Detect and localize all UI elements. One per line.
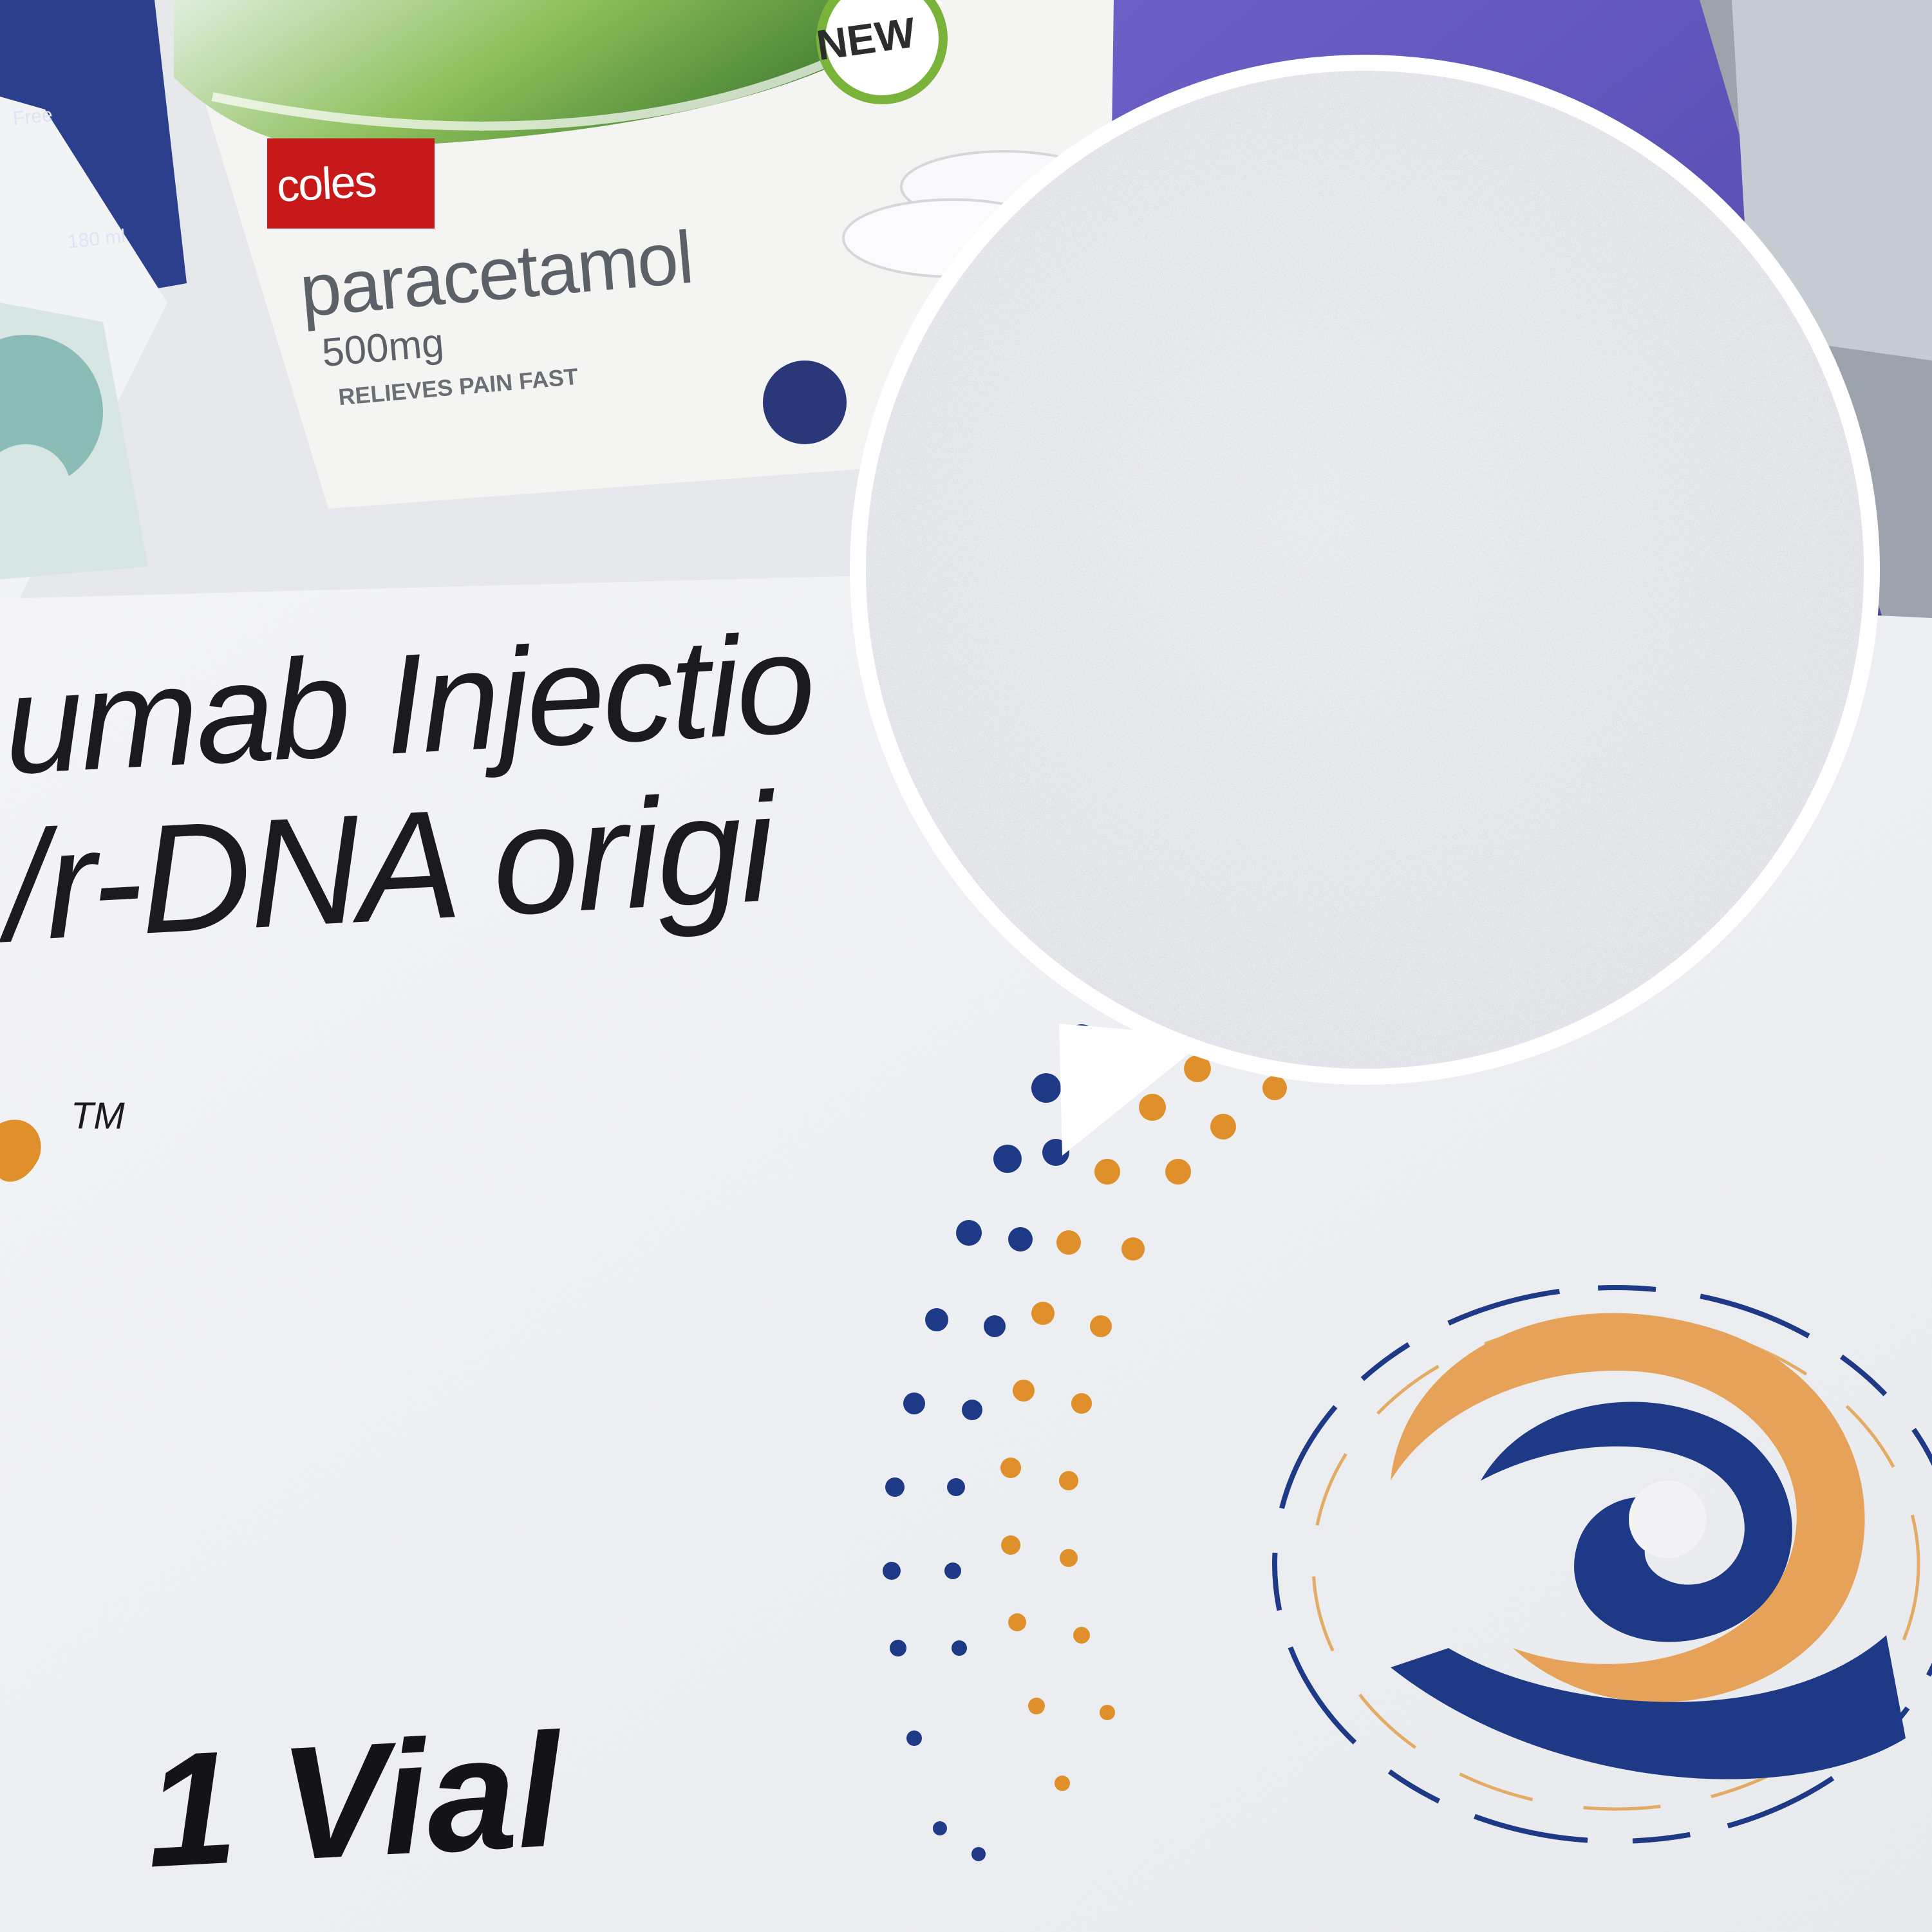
pack-size: 1 Vial [142,1700,565,1901]
left-box-text-free: Free [12,104,54,130]
trademark-mark: TM [71,1095,125,1137]
coles-brand: coles [276,156,377,211]
magnifier-circle [850,55,1880,1085]
rapid-release-badge [763,361,847,444]
